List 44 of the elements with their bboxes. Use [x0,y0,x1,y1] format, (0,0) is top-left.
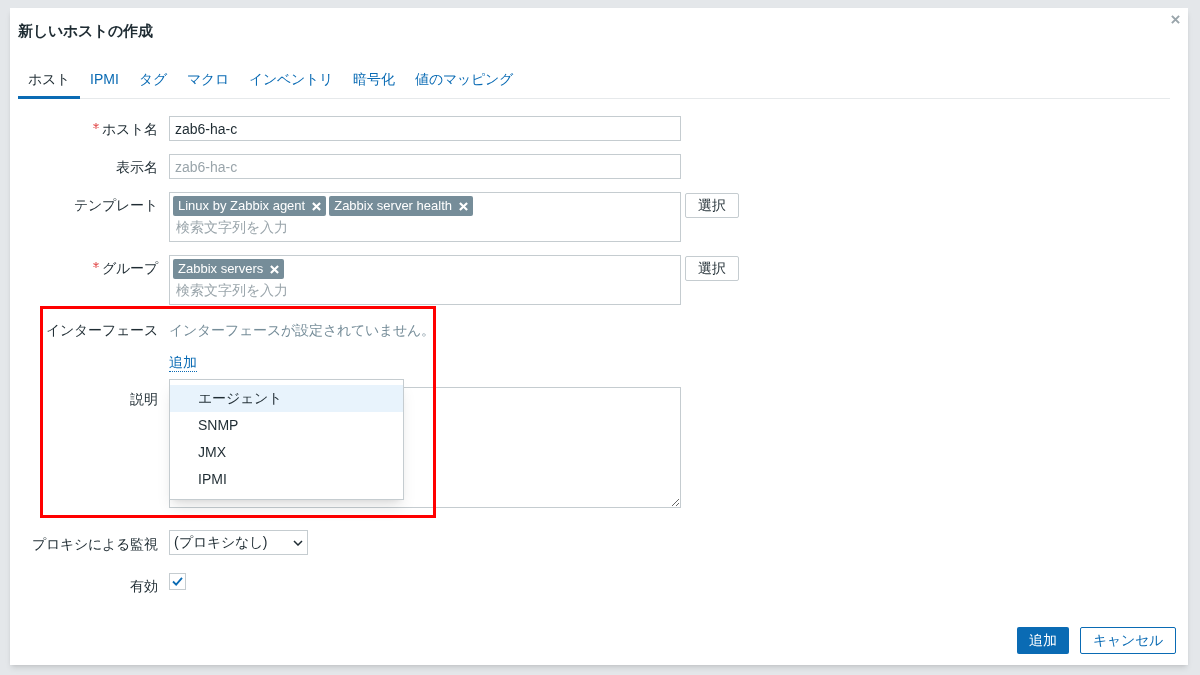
tab[interactable]: マクロ [176,62,239,99]
menu-item[interactable]: エージェント [170,385,403,412]
text-field[interactable]: zab6-ha-c [169,154,681,179]
dialog-title: 新しいホストの作成 [18,20,153,41]
search-input[interactable]: 検索文字列を入力 [173,216,677,238]
tab[interactable]: 暗号化 [342,62,405,99]
field-label: テンプレート [74,196,158,215]
tag-label: Zabbix server health [334,197,452,216]
tag-label: Linux by Zabbix agent [178,197,306,216]
remove-icon[interactable] [459,201,468,211]
tab[interactable]: インベントリ [238,62,343,99]
check-icon [172,577,183,586]
tab[interactable]: ホスト [18,62,80,99]
proxy-select[interactable]: (プロキシなし) [169,530,308,555]
chevron-down-icon [293,539,303,546]
remove-icon[interactable] [270,264,280,274]
tab[interactable]: 値のマッピング [404,62,523,99]
tag-label: Zabbix servers [178,260,264,279]
multiselect-field[interactable]: Zabbix servers 検索文字列を入力 [169,255,681,305]
remove-icon[interactable] [312,201,322,211]
tab[interactable]: タグ [128,62,177,99]
select-value: (プロキシなし) [174,533,268,552]
select-button[interactable]: 選択 [685,256,739,281]
search-input[interactable]: 検索文字列を入力 [173,279,677,301]
menu-item[interactable]: SNMP [170,412,403,439]
field-label: インターフェース [46,321,158,340]
field-label: プロキシによる監視 [32,535,158,554]
checkbox[interactable] [169,573,186,590]
field-label: グループ [102,259,158,278]
field-label: 説明 [130,390,158,409]
select-button[interactable]: 選択 [685,193,739,218]
empty-message: インターフェースが設定されていません。 [169,321,435,340]
tab[interactable]: IPMI [80,62,129,99]
add-link[interactable]: 追加 [169,353,197,372]
field-label: ホスト名 [102,120,158,139]
cancel-button[interactable]: キャンセル [1080,627,1176,654]
text-field[interactable]: zab6-ha-c [169,116,681,141]
menu-item[interactable]: IPMI [170,466,403,493]
field-label: 表示名 [116,158,158,177]
multiselect-field[interactable]: Linux by Zabbix agent Zabbix server health 検索文字列を入力 [169,192,681,242]
close-icon[interactable] [1171,15,1180,24]
add-button[interactable]: 追加 [1017,627,1069,654]
field-label: 有効 [130,577,158,596]
menu-item[interactable]: JMX [170,439,403,466]
